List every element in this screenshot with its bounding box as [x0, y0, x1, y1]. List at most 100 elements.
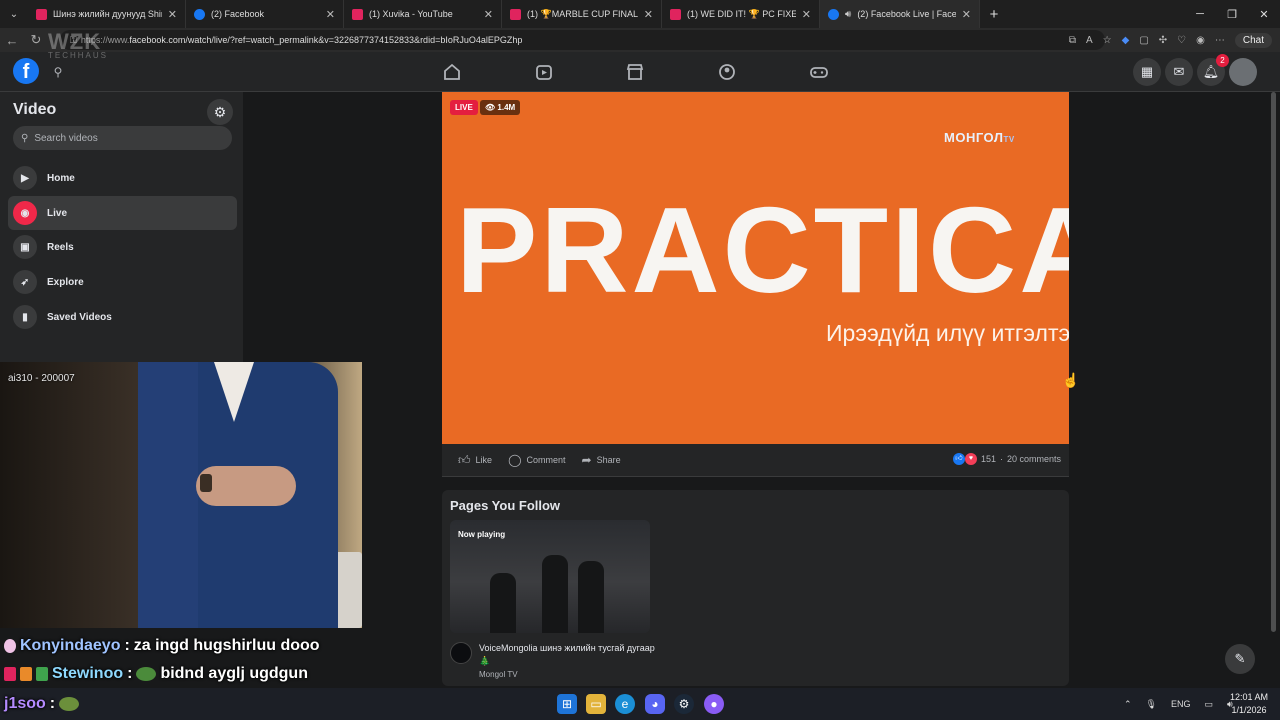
sidebar-title: Video	[13, 101, 57, 118]
file-explorer-icon[interactable]: ▭	[586, 694, 606, 714]
share-label: Share	[596, 455, 621, 465]
browser-tab[interactable]: Шинэ жилийн дуунууд Shine jilii ✕	[28, 0, 186, 28]
sidebar-item-label: Saved Videos	[47, 311, 112, 323]
webcam-person	[138, 362, 198, 628]
sidebar-item-saved-videos[interactable]: ▮ Saved Videos	[8, 300, 237, 334]
youtube-icon	[352, 8, 363, 20]
search-icon[interactable]: ⚲	[46, 60, 70, 84]
close-icon[interactable]: ✕	[644, 8, 653, 21]
chat-message: Stewinoo: bidnd ayglj ugdgun	[4, 662, 308, 686]
close-icon[interactable]: ✕	[962, 8, 971, 21]
sidebar-item-explore[interactable]: ➶ Explore	[8, 265, 237, 299]
video-title[interactable]: VoiceMongolia шинэ жилийн тусгай дугаар …	[479, 642, 659, 668]
home-icon[interactable]	[440, 60, 464, 84]
speaker-icon[interactable]: 🔊︎	[845, 9, 851, 20]
extensions-icon[interactable]: ✣	[1159, 35, 1167, 46]
new-message-icon[interactable]: ✎	[1225, 644, 1255, 674]
share-button[interactable]: ➦ Share	[582, 453, 621, 467]
more-icon[interactable]: ⋯	[1215, 35, 1225, 46]
extension-icon[interactable]: ◆	[1122, 35, 1130, 46]
menu-grid-icon[interactable]: ▦	[1133, 58, 1161, 86]
tab-search-icon[interactable]: ⌄	[0, 0, 28, 28]
screen: ⌄ Шинэ жилийн дуунууд Shine jilii ✕ (2) …	[0, 0, 1280, 720]
thumbs-up-icon: 👍︎	[458, 452, 471, 467]
groups-icon[interactable]	[715, 60, 739, 84]
sidebar-item-label: Live	[47, 207, 68, 219]
messenger-icon[interactable]: ✉	[1165, 58, 1193, 86]
marketplace-icon[interactable]	[623, 60, 647, 84]
comment-button[interactable]: ◯ Comment	[508, 453, 565, 467]
streamer-webcam: ai310 - 200007	[0, 362, 362, 628]
url-field[interactable]: ⚿ https://www. facebook.com/watch/live/?…	[60, 30, 1105, 50]
back-icon[interactable]: ←	[0, 33, 24, 48]
sidebar-item-home[interactable]: ▶ Home	[8, 161, 237, 195]
window-controls: ─ ❐ ✕	[1184, 0, 1280, 28]
steam-icon[interactable]: ⚙	[674, 694, 694, 714]
system-tray: ⌃ 🎙︎ ENG ▭ 🔊︎	[1124, 688, 1233, 720]
new-tab-button[interactable]: +	[980, 6, 1008, 23]
browser-tab[interactable]: (2) Facebook ✕	[186, 0, 344, 28]
close-icon[interactable]: ✕	[168, 8, 177, 21]
gaming-icon[interactable]	[807, 60, 831, 84]
split-icon[interactable]: ▢	[1139, 35, 1148, 46]
discord-icon[interactable]: ◕	[645, 694, 665, 714]
sidebar-item-reels[interactable]: ▣ Reels	[8, 230, 237, 264]
taskbar-clock[interactable]: 12:01 AM 1/1/2026	[1226, 691, 1272, 717]
chat-button[interactable]: Chat	[1234, 32, 1272, 48]
bookmark-icon: ▮	[13, 305, 37, 329]
minimize-icon[interactable]: ─	[1184, 0, 1216, 28]
tab-app-icon[interactable]: ⧉	[1069, 35, 1076, 46]
network-icon[interactable]: ▭	[1205, 699, 1214, 710]
close-window-icon[interactable]: ✕	[1248, 0, 1280, 28]
sidebar-item-label: Home	[47, 172, 75, 184]
profile-icon[interactable]: ◉	[1196, 35, 1205, 46]
favorite-icon[interactable]: ☆	[1103, 35, 1112, 46]
notification-badge: 2	[1216, 54, 1229, 67]
tab-label: (1) 🏆MARBLE CUP FINAL🏆 - Yo	[527, 8, 638, 19]
search-videos-input[interactable]: ⚲ Search videos	[13, 126, 232, 150]
live-video-player[interactable]: LIVE 👁︎ 1.4M МОНГОЛTV PRACTICAL Ирээдүйд…	[442, 92, 1069, 444]
facebook-icon	[194, 8, 205, 20]
chevron-up-icon[interactable]: ⌃	[1124, 699, 1132, 710]
sidebar-item-live[interactable]: ◉ Live	[8, 196, 237, 230]
browser-tab[interactable]: (1) 🏆MARBLE CUP FINAL🏆 - Yo ✕	[502, 0, 662, 28]
browser-tab[interactable]: (1) Xuvika - YouTube ✕	[344, 0, 502, 28]
reaction-summary[interactable]: 👍︎ ♥ 151 · 20 comments	[952, 453, 1061, 465]
section-title: Pages You Follow	[450, 498, 561, 513]
video-sidebar: Video ⚙ ⚲ Search videos ▶ Home ◉ Live ▣ …	[0, 92, 243, 362]
obs-icon[interactable]: ●	[704, 694, 724, 714]
tab-label: (2) Facebook Live | Facebook	[857, 9, 956, 19]
restore-icon[interactable]: ❐	[1216, 0, 1248, 28]
youtube-icon	[510, 8, 521, 20]
comments-count[interactable]: 20 comments	[1007, 454, 1061, 464]
thumbnail-figure	[542, 555, 568, 633]
account-avatar[interactable]	[1229, 58, 1257, 86]
like-button[interactable]: 👍︎ Like	[458, 453, 492, 468]
close-icon[interactable]: ✕	[802, 8, 811, 21]
gear-icon[interactable]: ⚙	[207, 99, 233, 125]
microphone-icon[interactable]: 🎙︎	[1146, 699, 1157, 710]
video-icon[interactable]	[532, 60, 556, 84]
browser-tab[interactable]: (1) WE DID IT! 🏆 PC FIXED? 🏆 Днз ✕	[662, 0, 820, 28]
windows-start-icon[interactable]: ⊞	[557, 694, 577, 714]
webcam-person	[200, 474, 212, 492]
love-reaction-icon: ♥	[964, 453, 977, 465]
close-icon[interactable]: ✕	[484, 8, 493, 21]
page-scrollbar[interactable]	[1271, 92, 1276, 632]
comment-label: Comment	[526, 455, 566, 465]
facebook-logo[interactable]: f	[13, 58, 39, 84]
read-aloud-icon[interactable]: A	[1086, 35, 1093, 46]
user-badge-icon	[4, 639, 16, 653]
browser-tab-active[interactable]: 🔊︎ (2) Facebook Live | Facebook ✕	[820, 0, 980, 28]
language-indicator[interactable]: ENG	[1171, 699, 1191, 709]
notifications-icon[interactable]: 🔔︎ 2	[1197, 54, 1229, 86]
video-thumbnail[interactable]: Now playing	[450, 520, 650, 633]
edge-browser-icon[interactable]: e	[615, 694, 635, 714]
channel-name[interactable]: Mongol TV	[479, 670, 518, 679]
favorites-bar-icon[interactable]: ♡	[1177, 35, 1186, 46]
refresh-icon[interactable]: ↻	[24, 32, 48, 48]
close-icon[interactable]: ✕	[326, 8, 335, 21]
page-avatar[interactable]	[450, 642, 472, 664]
sidebar-item-label: Reels	[47, 241, 74, 253]
facebook-header: f ⚲ ▦ ✉ 🔔︎ 2	[0, 52, 1280, 92]
